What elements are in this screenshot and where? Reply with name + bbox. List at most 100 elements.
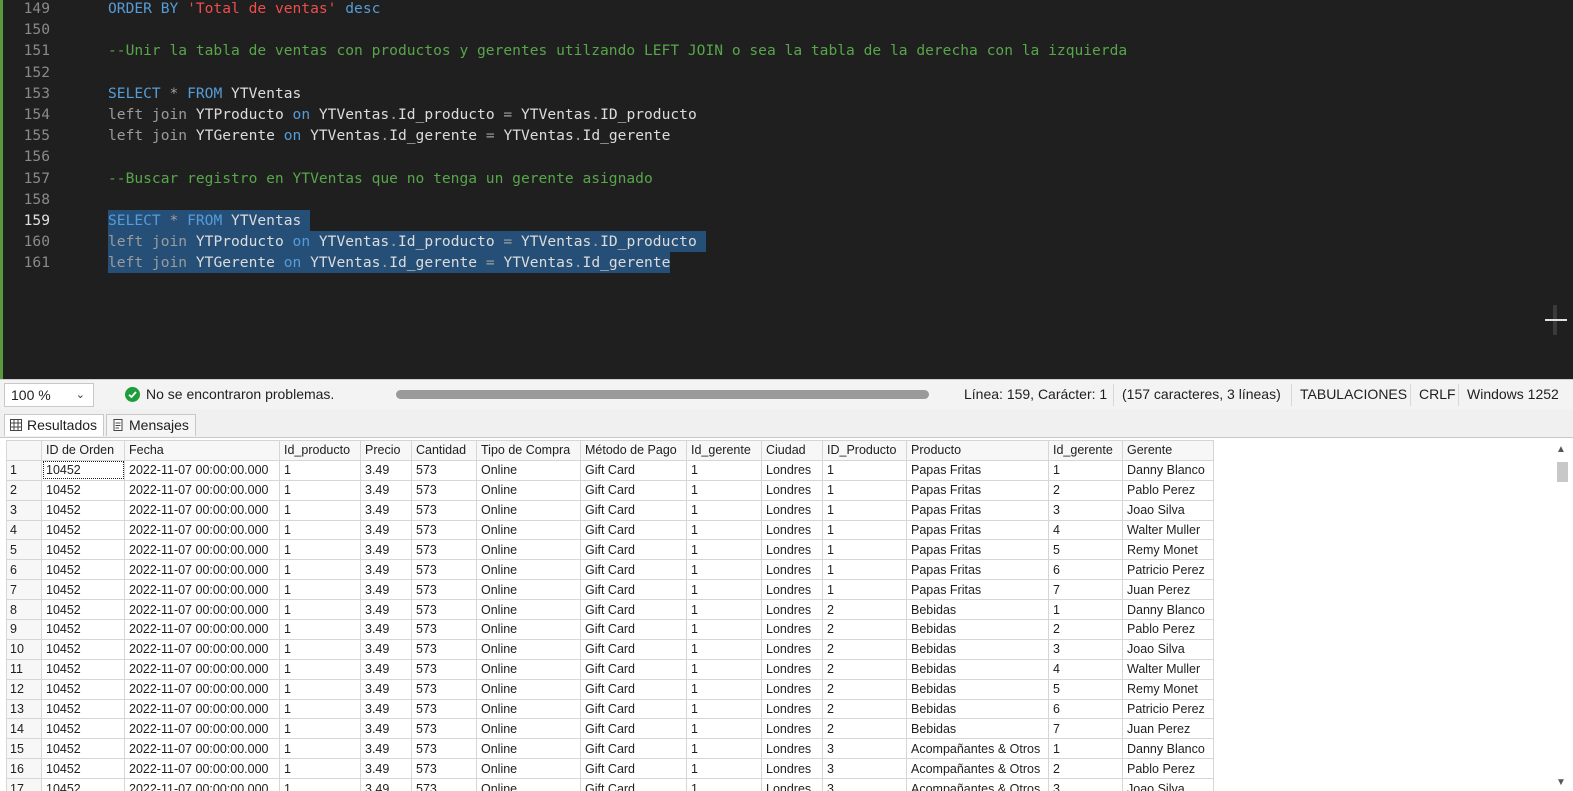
grid-cell[interactable]: 1 [686,718,762,740]
grid-cell[interactable]: 1 [686,519,762,541]
row-number[interactable]: 13 [6,698,42,720]
grid-cell[interactable]: Bebidas [906,638,1049,660]
row-number[interactable]: 12 [6,678,42,700]
table-row[interactable]: 15 10452 2022-11-07 00:00:00.000 1 3.49 573 On… [6,738,1214,760]
grid-cell[interactable]: 573 [411,698,477,720]
table-row[interactable]: 4 10452 2022-11-07 00:00:00.000 1 3.49 573 Onl… [6,519,1214,541]
grid-cell[interactable]: Londres [761,718,823,740]
table-row[interactable]: 1 10452 2022-11-07 00:00:00.000 1 3.49 573 Onl… [6,459,1214,481]
cursor-position[interactable]: Línea: 159, Carácter: 1 [964,386,1107,402]
grid-cell[interactable]: 7 [1048,579,1123,601]
indentation-mode[interactable]: TABULACIONES [1300,386,1407,402]
grid-cell[interactable]: Londres [761,519,823,541]
row-number[interactable]: 2 [6,479,42,501]
grid-cell[interactable]: 3 [822,738,907,760]
grid-cell[interactable]: 1 [686,678,762,700]
grid-cell[interactable]: Acompañantes & Otros [906,758,1049,780]
grid-cell[interactable]: Gift Card [580,658,687,680]
grid-cell[interactable]: 1 [279,658,361,680]
grid-cell[interactable]: 1 [686,479,762,501]
code-line[interactable]: 161 left join YTGerente on YTVentas.Id_ge… [0,252,1573,274]
grid-cell[interactable]: 1 [279,579,361,601]
grid-cell[interactable]: 2022-11-07 00:00:00.000 [124,519,280,541]
table-row[interactable]: 11 10452 2022-11-07 00:00:00.000 1 3.49 573 On… [6,658,1214,680]
horizontal-scrollbar[interactable] [396,390,929,399]
grid-cell[interactable]: Remy Monet [1122,539,1214,561]
grid-cell[interactable]: 6 [1048,559,1123,581]
code-line[interactable]: 159 SELECT * FROM YTVentas [0,210,1573,231]
grid-cell[interactable]: Patricio Perez [1122,698,1214,720]
grid-cell[interactable]: 2022-11-07 00:00:00.000 [124,499,280,521]
row-number[interactable]: 6 [6,559,42,581]
grid-cell[interactable]: 2 [822,658,907,680]
scroll-up-icon[interactable]: ▲ [1556,444,1566,455]
grid-cell[interactable]: 1 [822,459,907,481]
grid-cell[interactable]: 1 [279,758,361,780]
grid-cell[interactable]: 2022-11-07 00:00:00.000 [124,559,280,581]
grid-cell[interactable]: 3.49 [360,738,412,760]
grid-cell[interactable]: Londres [761,539,823,561]
grid-cell[interactable]: 2022-11-07 00:00:00.000 [124,758,280,780]
grid-cell[interactable]: 3.49 [360,479,412,501]
grid-cell[interactable]: 573 [411,599,477,621]
grid-cell[interactable]: Juan Perez [1122,579,1214,601]
grid-cell[interactable]: 10452 [41,698,125,720]
grid-cell[interactable]: 3 [822,758,907,780]
table-row[interactable]: 17 10452 2022-11-07 00:00:00.000 1 3.49 573 On… [6,778,1214,791]
grid-cell[interactable]: Londres [761,559,823,581]
row-number[interactable]: 3 [6,499,42,521]
grid-cell[interactable]: Gift Card [580,539,687,561]
grid-cell[interactable]: 10452 [41,619,125,640]
grid-cell[interactable]: 10452 [41,599,125,621]
grid-cell[interactable]: 2022-11-07 00:00:00.000 [124,658,280,680]
grid-cell[interactable]: Gift Card [580,698,687,720]
grid-cell[interactable]: 10452 [41,778,125,791]
grid-cell[interactable]: 1 [279,619,361,640]
table-row[interactable]: 8 10452 2022-11-07 00:00:00.000 1 3.49 573 Onl… [6,599,1214,621]
grid-cell[interactable]: 3.49 [360,559,412,581]
grid-vertical-scrollbar[interactable]: ▲ ▼ [1551,440,1573,790]
grid-cell[interactable]: 1 [279,499,361,521]
grid-cell[interactable]: 5 [1048,539,1123,561]
grid-cell[interactable]: 573 [411,718,477,740]
grid-cell[interactable]: Bebidas [906,599,1049,621]
grid-cell[interactable]: 1 [822,539,907,561]
grid-cell[interactable]: 10452 [41,539,125,561]
table-row[interactable]: 9 10452 2022-11-07 00:00:00.000 1 3.49 573 Onl… [6,619,1214,640]
grid-cell[interactable]: Londres [761,579,823,601]
grid-cell[interactable]: 3 [1048,638,1123,660]
code-line[interactable]: 156 [0,146,1573,167]
grid-cell[interactable]: Londres [761,738,823,760]
grid-cell[interactable]: 2 [1048,619,1123,640]
grid-cell[interactable]: Remy Monet [1122,678,1214,700]
column-header[interactable]: Cantidad [411,440,477,461]
grid-cell[interactable]: Online [476,459,581,481]
grid-cell[interactable]: 3.49 [360,519,412,541]
grid-cell[interactable]: Online [476,698,581,720]
grid-cell[interactable]: Acompañantes & Otros [906,738,1049,760]
grid-cell[interactable]: Pablo Perez [1122,758,1214,780]
grid-cell[interactable]: 2022-11-07 00:00:00.000 [124,738,280,760]
grid-cell[interactable]: Online [476,738,581,760]
grid-cell[interactable]: 2 [822,638,907,660]
grid-cell[interactable]: 1 [279,559,361,581]
grid-cell[interactable]: 10452 [41,658,125,680]
grid-cell[interactable]: Online [476,479,581,501]
column-header[interactable]: Id_gerente [686,440,762,461]
grid-cell[interactable]: 10452 [41,718,125,740]
grid-cell[interactable]: 10452 [41,579,125,601]
code-line[interactable]: 153 SELECT * FROM YTVentas [0,83,1573,104]
grid-cell[interactable]: 1 [822,559,907,581]
grid-cell[interactable]: 573 [411,738,477,760]
grid-cell[interactable]: 10452 [41,459,125,481]
row-number[interactable]: 9 [6,619,42,640]
grid-cell[interactable]: Londres [761,599,823,621]
grid-cell[interactable]: 3.49 [360,678,412,700]
grid-cell[interactable]: Gift Card [580,738,687,760]
grid-cell[interactable]: Papas Fritas [906,539,1049,561]
table-row[interactable]: 7 10452 2022-11-07 00:00:00.000 1 3.49 573 Onl… [6,579,1214,601]
grid-cell[interactable]: 3.49 [360,539,412,561]
grid-cell[interactable]: 1 [279,479,361,501]
grid-cell[interactable]: 2 [1048,758,1123,780]
grid-cell[interactable]: 1 [822,579,907,601]
